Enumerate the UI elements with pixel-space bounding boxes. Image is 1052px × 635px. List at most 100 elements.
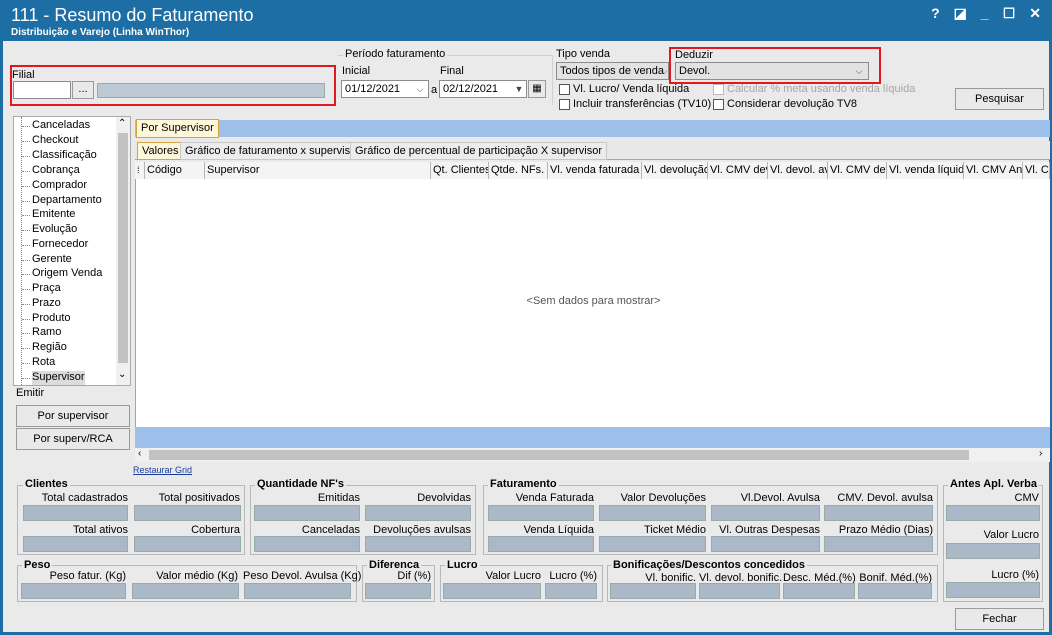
tree-guide-line xyxy=(21,117,22,385)
summary-label: Peso Devol. Avulsa (Kg) xyxy=(243,570,362,582)
deduzir-label: Deduzir xyxy=(675,49,713,61)
summary-label: Vl.Devol. Avulsa xyxy=(740,492,820,504)
grid-body[interactable]: <Sem dados para mostrar> xyxy=(135,179,1050,427)
tab-valores[interactable]: Valores xyxy=(137,142,184,160)
periodo-separator: a xyxy=(431,84,438,96)
grid-scroll-thumb[interactable] xyxy=(149,450,969,460)
por-supervisor-button[interactable]: Por supervisor xyxy=(16,405,130,427)
final-dropdown-icon[interactable]: ▼ xyxy=(512,81,526,97)
scroll-up-icon[interactable]: ⌃ xyxy=(118,118,126,129)
column-header[interactable]: Vl. CMV Ante xyxy=(964,162,1023,179)
vl-devol-avulsa-field xyxy=(711,505,820,521)
summary-label: Total positivados xyxy=(158,492,240,504)
cmv-field xyxy=(946,505,1040,521)
total-cadastrados-field xyxy=(23,505,128,521)
tree-item[interactable]: Rota xyxy=(21,356,55,370)
column-header[interactable]: Qt. Clientes xyxy=(431,162,489,179)
maximize-icon[interactable]: ☐ xyxy=(1003,5,1016,22)
total-positivados-field xyxy=(134,505,241,521)
column-header[interactable]: Vl. devol. av xyxy=(768,162,828,179)
summary-label: Vl. Outras Despesas xyxy=(719,524,820,536)
summary-label: Peso fatur. (Kg) xyxy=(49,570,126,582)
tree-item[interactable]: Praça xyxy=(22,282,61,296)
scroll-left-icon[interactable]: ‹ xyxy=(138,448,141,459)
column-header[interactable]: Código xyxy=(145,162,205,179)
calendar-icon[interactable]: ▦ xyxy=(528,80,546,98)
filter-tree[interactable]: Canceladas Checkout Classificação Cobran… xyxy=(13,116,131,386)
scroll-right-icon[interactable]: › xyxy=(1039,448,1042,459)
tree-item[interactable]: Classificação xyxy=(22,149,97,163)
tree-item[interactable]: Região xyxy=(22,341,67,355)
column-header[interactable]: Vl. venda faturada xyxy=(548,162,642,179)
inicial-label: Inicial xyxy=(342,65,371,77)
tree-item[interactable]: Origem Venda xyxy=(21,267,102,281)
fechar-button[interactable]: Fechar xyxy=(955,608,1044,630)
tree-item[interactable]: Emitente xyxy=(21,208,75,222)
tree-scroll-thumb[interactable] xyxy=(118,133,128,363)
desc-med-field xyxy=(783,583,855,599)
filial-code-input[interactable] xyxy=(13,81,71,99)
tree-item[interactable]: Evolução xyxy=(21,223,77,237)
por-superv-rca-button[interactable]: Por superv/RCA xyxy=(16,428,130,450)
tree-item[interactable]: Ramo xyxy=(21,326,61,340)
tab-grafico-percentual[interactable]: Gráfico de percentual de participação X … xyxy=(350,142,608,160)
summary-label: Valor Lucro xyxy=(983,529,1039,541)
clientes-title: Clientes xyxy=(23,478,70,490)
periodo-label: Período faturamento xyxy=(343,48,448,60)
tree-item[interactable]: Fornecedor xyxy=(21,238,88,252)
calcular-meta-checkbox[interactable] xyxy=(713,84,724,95)
summary-label: CMV. Devol. avulsa xyxy=(837,492,933,504)
tree-item[interactable]: Comprador xyxy=(21,179,87,193)
column-header[interactable]: Vl. Cl xyxy=(1023,162,1050,179)
grid-horizontal-scrollbar[interactable]: ‹ › xyxy=(135,448,1050,462)
summary-label: Lucro (%) xyxy=(991,569,1039,581)
restore-layout-icon[interactable]: ◪ xyxy=(954,5,967,22)
calcular-meta-label: Calcular % meta usando venda líquida xyxy=(727,83,916,95)
grid-empty-text: <Sem dados para mostrar> xyxy=(526,295,661,307)
window-controls: ? ◪ _ ☐ ✕ xyxy=(931,5,1041,22)
summary-label: Cobertura xyxy=(191,524,240,536)
restaurar-grid-link[interactable]: Restaurar Grid xyxy=(133,465,192,475)
column-header[interactable]: Vl. CMV devo xyxy=(708,162,768,179)
column-header[interactable]: Supervisor xyxy=(205,162,431,179)
grid-menu-icon[interactable]: ⁞ xyxy=(135,162,145,179)
scroll-down-icon[interactable]: ⌄ xyxy=(118,369,126,380)
tree-item[interactable]: Gerente xyxy=(22,253,72,267)
column-header[interactable]: Vl. CMV dev xyxy=(828,162,887,179)
summary-label: Valor Devoluções xyxy=(620,492,706,504)
incluir-transferencias-label: Incluir transferências (TV10) xyxy=(573,98,712,110)
deduzir-select[interactable]: Devol. xyxy=(675,62,869,80)
minimize-icon[interactable]: _ xyxy=(981,5,989,22)
considerar-devolucao-checkbox[interactable] xyxy=(713,99,724,110)
deduzir-value: Devol. xyxy=(679,65,711,77)
tipo-venda-label: Tipo venda xyxy=(556,48,611,60)
column-header[interactable]: Vl. devolução xyxy=(642,162,708,179)
tree-item[interactable]: Checkout xyxy=(21,134,78,148)
tree-item[interactable]: Produto xyxy=(22,312,71,326)
incluir-transferencias-checkbox[interactable] xyxy=(559,99,570,110)
column-header[interactable]: Qtde. NFs. xyxy=(489,162,548,179)
emitir-label: Emitir xyxy=(16,387,45,399)
lucro-venda-liquida-checkbox[interactable] xyxy=(559,84,570,95)
filial-lookup-button[interactable]: ... xyxy=(72,81,94,99)
tree-scrollbar[interactable]: ⌃ ⌄ xyxy=(116,117,130,385)
tipo-venda-select[interactable]: Todos tipos de venda xyxy=(556,62,669,80)
tree-item[interactable]: Canceladas xyxy=(21,119,90,133)
tree-item-selected[interactable]: Supervisor xyxy=(22,371,85,385)
column-header[interactable]: Vl. venda líquida xyxy=(887,162,964,179)
considerar-devolucao-label: Considerar devolução TV8 xyxy=(727,98,858,110)
deduzir-chevron-down-icon[interactable]: ⌵ xyxy=(852,63,866,79)
cmv-devol-avulsa-field xyxy=(824,505,933,521)
inicial-date-value: 01/12/2021 xyxy=(345,83,401,95)
inicial-chevron-down-icon[interactable]: ⌵ xyxy=(413,81,427,97)
tree-item[interactable]: Cobrança xyxy=(22,164,80,178)
help-icon[interactable]: ? xyxy=(931,5,940,22)
tree-item[interactable]: Departamento xyxy=(22,194,102,208)
tab-grafico-faturamento[interactable]: Gráfico de faturamento x supervisor xyxy=(180,142,365,160)
tree-item[interactable]: Prazo xyxy=(22,297,61,311)
total-ativos-field xyxy=(23,536,128,552)
close-icon[interactable]: ✕ xyxy=(1029,5,1041,22)
bonif-med-field xyxy=(858,583,932,599)
pesquisar-button[interactable]: Pesquisar xyxy=(955,88,1044,110)
tab-por-supervisor[interactable]: Por Supervisor xyxy=(136,119,219,138)
